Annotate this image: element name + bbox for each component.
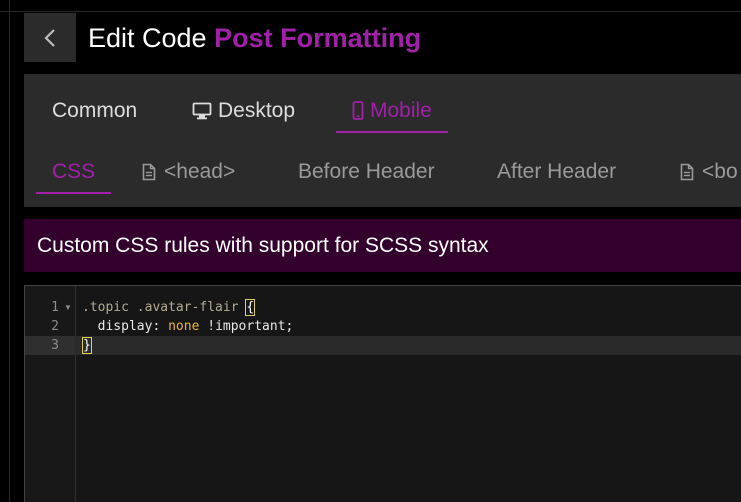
tab-before-header-label: Before Header bbox=[298, 160, 435, 183]
css-value: none bbox=[168, 319, 200, 334]
close-brace: } bbox=[82, 337, 92, 354]
important-flag: !important bbox=[207, 319, 286, 334]
file-icon bbox=[680, 163, 694, 181]
left-rail bbox=[9, 0, 10, 502]
file-icon bbox=[142, 163, 156, 181]
banner-text: Custom CSS rules with support for SCSS s… bbox=[37, 234, 489, 257]
tab-body[interactable]: <bo bbox=[680, 152, 738, 192]
colon: : bbox=[152, 319, 169, 334]
code-editor[interactable]: 1 ▼ 2 3 .topic .avatar-flair { display: … bbox=[24, 285, 741, 502]
tab-after-header[interactable]: After Header bbox=[497, 152, 616, 192]
open-brace: { bbox=[245, 299, 256, 316]
mobile-icon bbox=[352, 101, 364, 120]
line-number: 3 bbox=[51, 338, 59, 353]
tab-mobile[interactable]: Mobile bbox=[336, 91, 448, 133]
back-button[interactable] bbox=[24, 13, 76, 62]
tab-common[interactable]: Common bbox=[52, 91, 137, 131]
tab-css[interactable]: CSS bbox=[35, 152, 112, 194]
page-title: Edit Code Post Formatting bbox=[88, 20, 421, 56]
tab-desktop-label: Desktop bbox=[218, 99, 296, 122]
semicolon: ; bbox=[285, 319, 294, 334]
tab-desktop[interactable]: Desktop bbox=[192, 91, 295, 131]
tab-before-header[interactable]: Before Header bbox=[298, 152, 435, 192]
theme-name-link[interactable]: Post Formatting bbox=[214, 23, 421, 53]
tab-mobile-label: Mobile bbox=[370, 99, 432, 122]
desktop-icon bbox=[192, 102, 212, 120]
code-line-1[interactable]: .topic .avatar-flair { bbox=[82, 298, 256, 317]
css-selector: .topic .avatar-flair bbox=[82, 300, 239, 315]
chevron-left-icon bbox=[44, 28, 55, 47]
line-number: 1 bbox=[51, 300, 59, 315]
tab-head[interactable]: <head> bbox=[142, 152, 235, 192]
code-line-3[interactable]: } bbox=[82, 336, 92, 355]
tab-common-label: Common bbox=[52, 99, 138, 122]
active-line-highlight bbox=[25, 336, 741, 355]
fold-arrow-icon[interactable]: ▼ bbox=[64, 298, 72, 317]
field-description-banner: Custom CSS rules with support for SCSS s… bbox=[24, 219, 741, 272]
edit-code-page: Edit Code Post Formatting Common Desktop… bbox=[0, 0, 741, 502]
tabs-panel: Common Desktop Mobile CSS <head> Before … bbox=[24, 74, 741, 207]
code-line-2[interactable]: display: none !important; bbox=[82, 317, 294, 336]
tab-css-label: CSS bbox=[52, 160, 96, 183]
top-divider bbox=[0, 11, 741, 12]
tab-body-label: <bo bbox=[702, 160, 738, 183]
tab-head-label: <head> bbox=[164, 160, 236, 183]
page-title-prefix: Edit Code bbox=[88, 23, 207, 53]
tab-after-header-label: After Header bbox=[497, 160, 617, 183]
line-number: 2 bbox=[51, 319, 59, 334]
css-property: display bbox=[97, 319, 153, 334]
